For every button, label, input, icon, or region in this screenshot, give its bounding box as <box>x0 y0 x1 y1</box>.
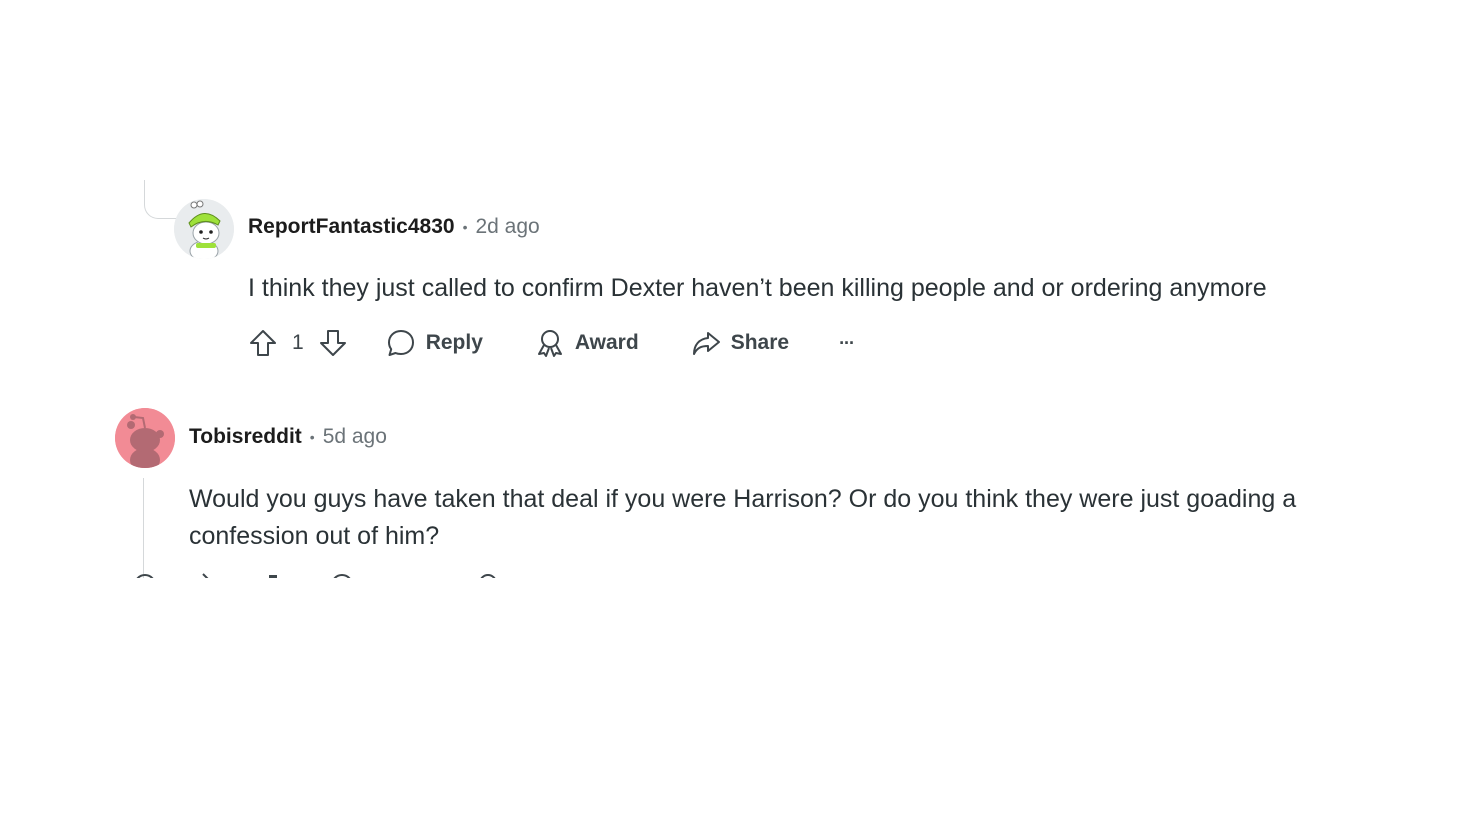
award-icon-peek <box>478 573 498 578</box>
award-ribbon-icon <box>537 330 562 357</box>
reply-button[interactable]: Reply <box>386 328 483 358</box>
username-link[interactable]: Tobisreddit <box>189 425 302 449</box>
share-button[interactable]: Share <box>691 328 789 358</box>
share-label: Share <box>730 331 790 354</box>
comment-meta: Tobisreddit • 5d ago <box>189 425 387 449</box>
share-arrow-icon <box>692 332 720 355</box>
speech-bubble-icon <box>387 330 414 356</box>
snoo-avatar-icon <box>115 408 175 468</box>
thread-line[interactable] <box>143 478 144 578</box>
more-options-button[interactable]: ··· <box>839 332 855 354</box>
award-button[interactable]: Award <box>535 328 639 358</box>
upvote-arrow-icon <box>250 330 276 356</box>
thread-connector-line <box>144 180 179 219</box>
avatar[interactable] <box>174 199 234 259</box>
meta-separator: • <box>462 219 468 235</box>
comment-action-bar: 1 Reply Award Share ··· <box>248 326 855 360</box>
reply-icon-peek <box>330 573 354 578</box>
comment-timestamp[interactable]: 2d ago <box>475 215 539 239</box>
avatar[interactable] <box>115 408 175 468</box>
comment-meta: ReportFantastic4830 • 2d ago <box>248 215 540 239</box>
comment-body: Would you guys have taken that deal if y… <box>189 485 1297 550</box>
upvote-button[interactable] <box>248 328 278 358</box>
comment-timestamp[interactable]: 5d ago <box>323 425 387 449</box>
more-options-icon: ··· <box>839 332 855 353</box>
downvote-button[interactable] <box>318 328 348 358</box>
meta-separator: • <box>309 429 315 445</box>
username-link[interactable]: ReportFantastic4830 <box>248 215 455 239</box>
reply-label: Reply <box>425 331 483 354</box>
award-label: Award <box>574 331 639 354</box>
comment-body: I think they just called to confirm Dext… <box>248 274 1267 302</box>
downvote-icon-peek <box>266 573 280 578</box>
snoo-avatar-icon <box>174 199 234 259</box>
upvote-icon-peek <box>196 573 210 578</box>
collapse-button-peek <box>133 573 157 578</box>
downvote-arrow-icon <box>319 330 346 356</box>
vote-count: 1 <box>292 331 304 354</box>
